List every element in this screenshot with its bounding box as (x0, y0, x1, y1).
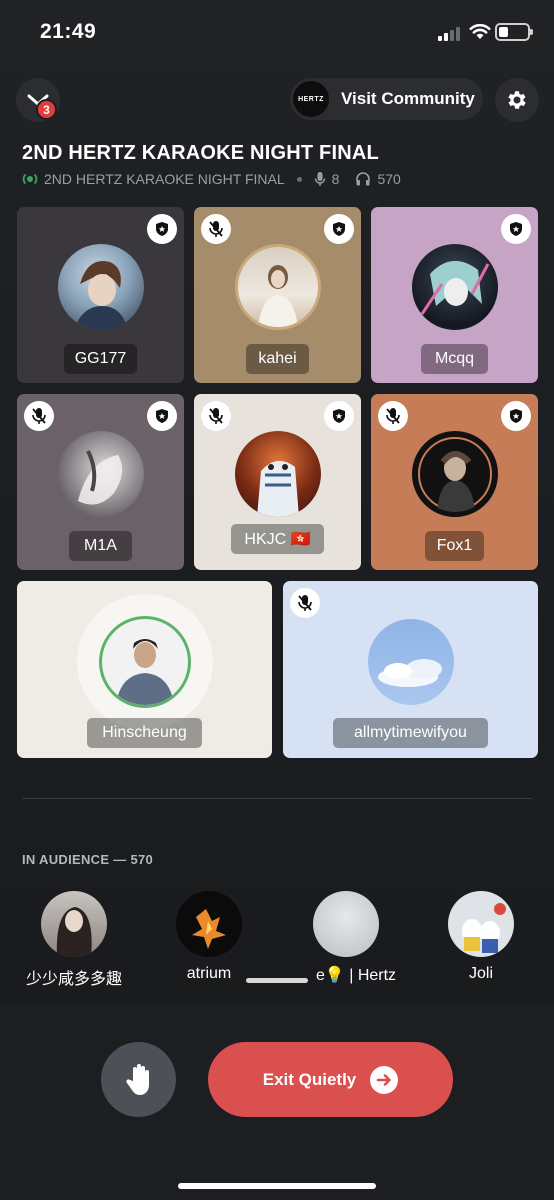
speaker-tile[interactable]: HKJC 🇭🇰 (194, 394, 361, 570)
speaker-name: GG177 (64, 344, 137, 374)
audience-heading: IN AUDIENCE — 570 (22, 852, 154, 867)
visit-community-label: Visit Community (341, 89, 475, 108)
community-logo: HERTZ (293, 81, 329, 117)
speaker-tile[interactable]: Mcqq (371, 207, 538, 383)
microphone-icon (314, 172, 325, 186)
channel-name: 2ND HERTZ KARAOKE NIGHT FINAL (44, 171, 285, 187)
avatar (176, 891, 242, 957)
audience-member[interactable]: e💡 | Hertz (281, 891, 411, 985)
gear-icon (508, 91, 526, 109)
home-indicator (178, 1183, 376, 1189)
audience-name: e💡 | Hertz (315, 967, 397, 984)
moderator-shield-icon (147, 401, 177, 431)
visit-community-button[interactable]: HERTZ Visit Community (290, 78, 483, 120)
avatar (412, 244, 498, 330)
muted-microphone-icon (201, 214, 231, 244)
speaker-tile[interactable]: GG177 (17, 207, 184, 383)
speaker-tile[interactable]: allmytimewifyou (283, 581, 538, 758)
scroll-indicator (246, 978, 308, 983)
speaker-tile[interactable]: Hinscheung (17, 581, 272, 758)
avatar (235, 244, 321, 330)
speaker-tile[interactable]: Fox1 (371, 394, 538, 570)
wifi-icon (469, 23, 491, 39)
settings-button[interactable] (495, 78, 539, 122)
audience-member[interactable]: atrium (144, 891, 274, 983)
speaker-name: Fox1 (425, 531, 484, 561)
audience-name: Joli (468, 965, 493, 982)
avatar (412, 431, 498, 517)
avatar (58, 431, 144, 517)
notification-badge: 3 (36, 99, 57, 120)
avatar (99, 616, 191, 708)
exit-quietly-button[interactable]: Exit Quietly (208, 1042, 453, 1117)
avatar (448, 891, 514, 957)
section-divider (22, 798, 532, 799)
speaker-name: kahei (246, 344, 309, 374)
cellular-signal-icon (438, 26, 460, 41)
exit-label: Exit Quietly (262, 1069, 357, 1089)
audience-member[interactable]: 少少咸多多趣 (9, 891, 139, 989)
moderator-shield-icon (324, 401, 354, 431)
stage-subtitle: 2ND HERTZ KARAOKE NIGHT FINAL 8 570 (22, 171, 401, 187)
speaker-name: M1A (69, 531, 132, 561)
muted-microphone-icon (290, 588, 320, 618)
separator-dot (296, 176, 302, 182)
muted-microphone-icon (24, 401, 54, 431)
raise-hand-button[interactable] (101, 1042, 176, 1117)
arrow-right-icon (370, 1065, 399, 1094)
speakers-count: 8 (331, 171, 340, 187)
speaker-name: allmytimewifyou (333, 718, 488, 748)
audience-member[interactable]: Joli (416, 891, 546, 983)
speaker-name: HKJC 🇭🇰 (231, 524, 324, 554)
battery-icon (495, 23, 533, 41)
moderator-shield-icon (324, 214, 354, 244)
status-time: 21:49 (40, 20, 97, 43)
status-bar: 21:49 (0, 0, 554, 64)
avatar (58, 244, 144, 330)
muted-microphone-icon (201, 401, 231, 431)
speaker-name: Hinscheung (87, 718, 202, 748)
avatar (235, 431, 321, 517)
speaker-tile[interactable]: kahei (194, 207, 361, 383)
audience-name: 少少咸多多趣 (25, 971, 122, 988)
moderator-shield-icon (501, 401, 531, 431)
hand-icon (125, 1063, 149, 1095)
stage-title: 2ND HERTZ KARAOKE NIGHT FINAL (22, 142, 379, 164)
headphones-icon (356, 172, 371, 186)
stage-channel-icon (22, 173, 38, 185)
moderator-shield-icon (501, 214, 531, 244)
speaker-tile[interactable]: M1A (17, 394, 184, 570)
moderator-shield-icon (147, 214, 177, 244)
avatar (313, 891, 379, 957)
avatar (368, 619, 454, 705)
listeners-count: 570 (377, 171, 401, 187)
speaker-name: Mcqq (421, 344, 488, 374)
avatar (41, 891, 107, 957)
muted-microphone-icon (378, 401, 408, 431)
